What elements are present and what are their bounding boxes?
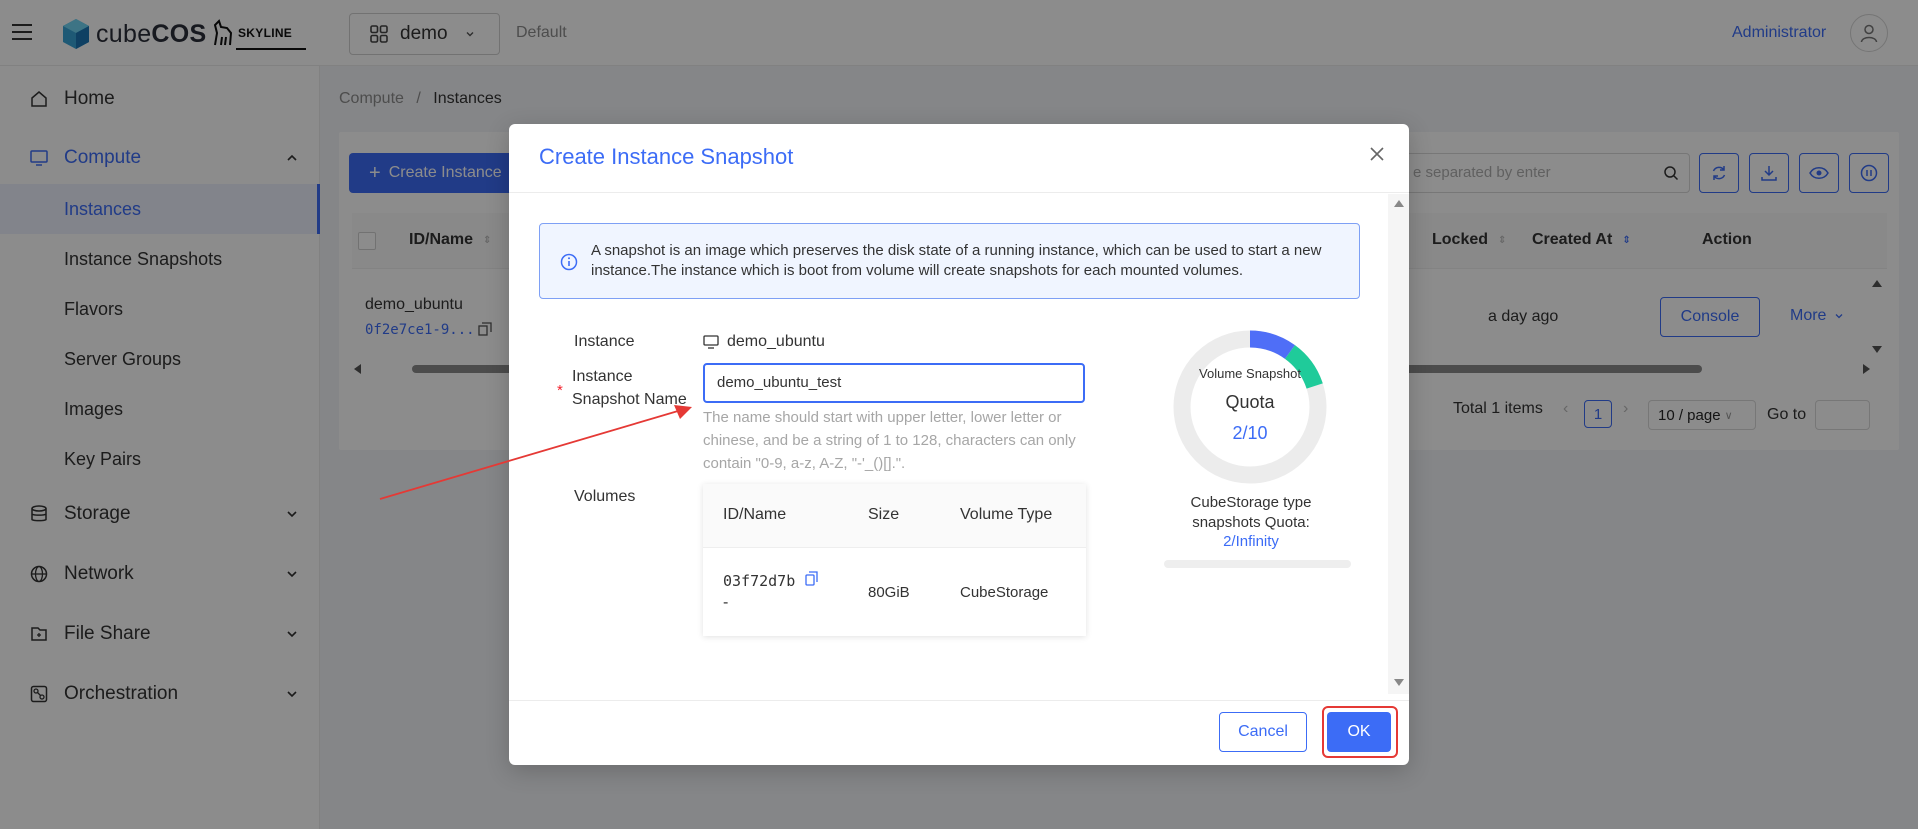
monitor-icon <box>703 335 719 349</box>
snapshot-name-label: Instance Snapshot Name <box>572 368 687 408</box>
modal-scrollbar[interactable] <box>1388 194 1409 694</box>
modal-title: Create Instance Snapshot <box>539 144 794 169</box>
volume-name: - <box>723 594 729 611</box>
column-id-name: ID/Name <box>723 506 787 523</box>
quota-value: 2/10 <box>1232 423 1268 443</box>
info-text: A snapshot is an image which preserves t… <box>591 242 1322 279</box>
quota-title: Quota <box>1225 392 1275 412</box>
volumes-table: ID/Name Size Volume Type 03f72d7b - 80Gi… <box>703 484 1086 636</box>
volume-type: CubeStorage <box>960 584 1049 601</box>
ok-button[interactable]: OK <box>1327 712 1391 752</box>
create-snapshot-modal: Create Instance Snapshot A snapshot is a… <box>509 124 1409 765</box>
info-alert: A snapshot is an image which preserves t… <box>539 223 1360 299</box>
instance-label: Instance <box>574 333 635 350</box>
volume-size: 80GiB <box>868 584 910 601</box>
required-mark: * <box>557 382 563 399</box>
volume-id-link[interactable]: 03f72d7b <box>723 572 795 590</box>
volumes-label: Volumes <box>574 488 636 505</box>
column-volume-type: Volume Type <box>960 506 1053 523</box>
instance-value: demo_ubuntu <box>703 333 825 351</box>
snapshot-name-input[interactable]: demo_ubuntu_test <box>703 363 1085 403</box>
close-icon[interactable] <box>1369 146 1385 162</box>
quota-caption: Volume Snapshot <box>1199 366 1301 381</box>
snapshot-name-hint: The name should start with upper letter,… <box>703 409 1076 472</box>
type-quota-label: CubeStorage type snapshots Quota: <box>1190 494 1312 531</box>
copy-icon[interactable] <box>805 571 818 586</box>
volumes-table-header: ID/Name Size Volume Type <box>703 484 1086 548</box>
type-quota-value: 2/Infinity <box>1223 533 1279 550</box>
cancel-button[interactable]: Cancel <box>1219 712 1307 752</box>
type-quota-progress <box>1164 560 1351 568</box>
column-size: Size <box>868 506 900 523</box>
info-icon <box>560 253 578 271</box>
